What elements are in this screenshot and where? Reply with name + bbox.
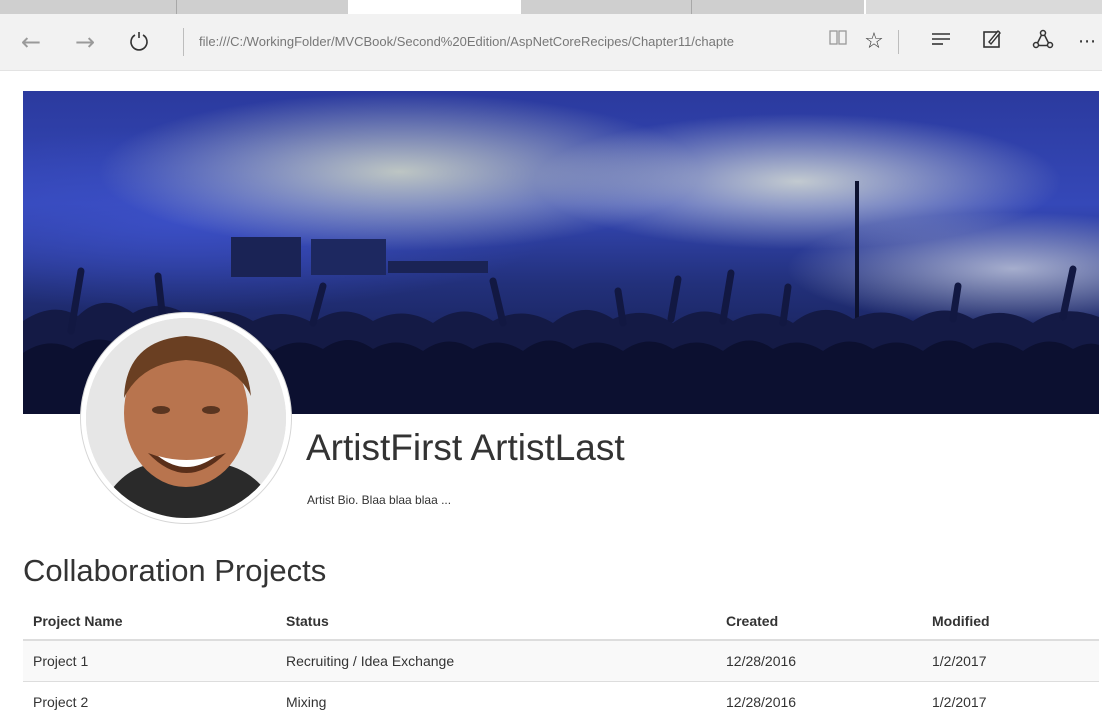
address-bar[interactable]: file:///C:/WorkingFolder/MVCBook/Second%… [199,28,807,56]
artist-name: ArtistFirst ArtistLast [306,424,625,472]
favorite-star-icon[interactable]: ☆ [860,28,888,56]
tab-strip [0,0,1102,14]
forward-arrow-icon[interactable]: → [71,28,99,56]
artist-avatar [81,313,291,523]
browser-tab[interactable] [866,0,1102,14]
project-status-cell: Mixing [276,682,716,722]
web-note-icon[interactable] [978,28,1006,56]
table-row[interactable]: Project 2 Mixing 12/28/2016 1/2/2017 [23,682,1099,722]
browser-tab[interactable] [521,0,864,14]
address-divider [183,28,184,56]
artist-photo [86,318,286,518]
back-arrow-icon[interactable]: ← [17,28,45,56]
hub-icon[interactable] [927,28,955,56]
tab-divider [691,0,692,14]
project-modified-cell: 1/2/2017 [922,682,1099,722]
project-name-cell: Project 2 [23,682,276,722]
section-title: Collaboration Projects [23,551,326,591]
toolbar-divider [898,30,899,54]
projects-table: Project Name Status Created Modified Pro… [23,603,1099,722]
table-header-row: Project Name Status Created Modified [23,603,1099,640]
tab-divider [176,0,177,14]
project-name-cell: Project 1 [23,640,276,682]
project-created-cell: 12/28/2016 [716,682,922,722]
column-header-status: Status [276,603,716,640]
browser-toolbar: ← → file:///C:/WorkingFolder/MVCBook/Sec… [0,14,1102,71]
table-row[interactable]: Project 1 Recruiting / Idea Exchange 12/… [23,640,1099,682]
column-header-project-name: Project Name [23,603,276,640]
share-icon[interactable] [1029,28,1057,56]
column-header-created: Created [716,603,922,640]
artist-bio: Artist Bio. Blaa blaa blaa ... [307,493,451,507]
project-created-cell: 12/28/2016 [716,640,922,682]
reading-view-icon[interactable] [824,28,852,56]
column-header-modified: Modified [922,603,1099,640]
refresh-icon[interactable] [125,28,153,56]
project-status-cell: Recruiting / Idea Exchange [276,640,716,682]
project-modified-cell: 1/2/2017 [922,640,1099,682]
browser-tab[interactable] [0,0,348,14]
more-icon[interactable]: ⋯ [1073,28,1101,56]
